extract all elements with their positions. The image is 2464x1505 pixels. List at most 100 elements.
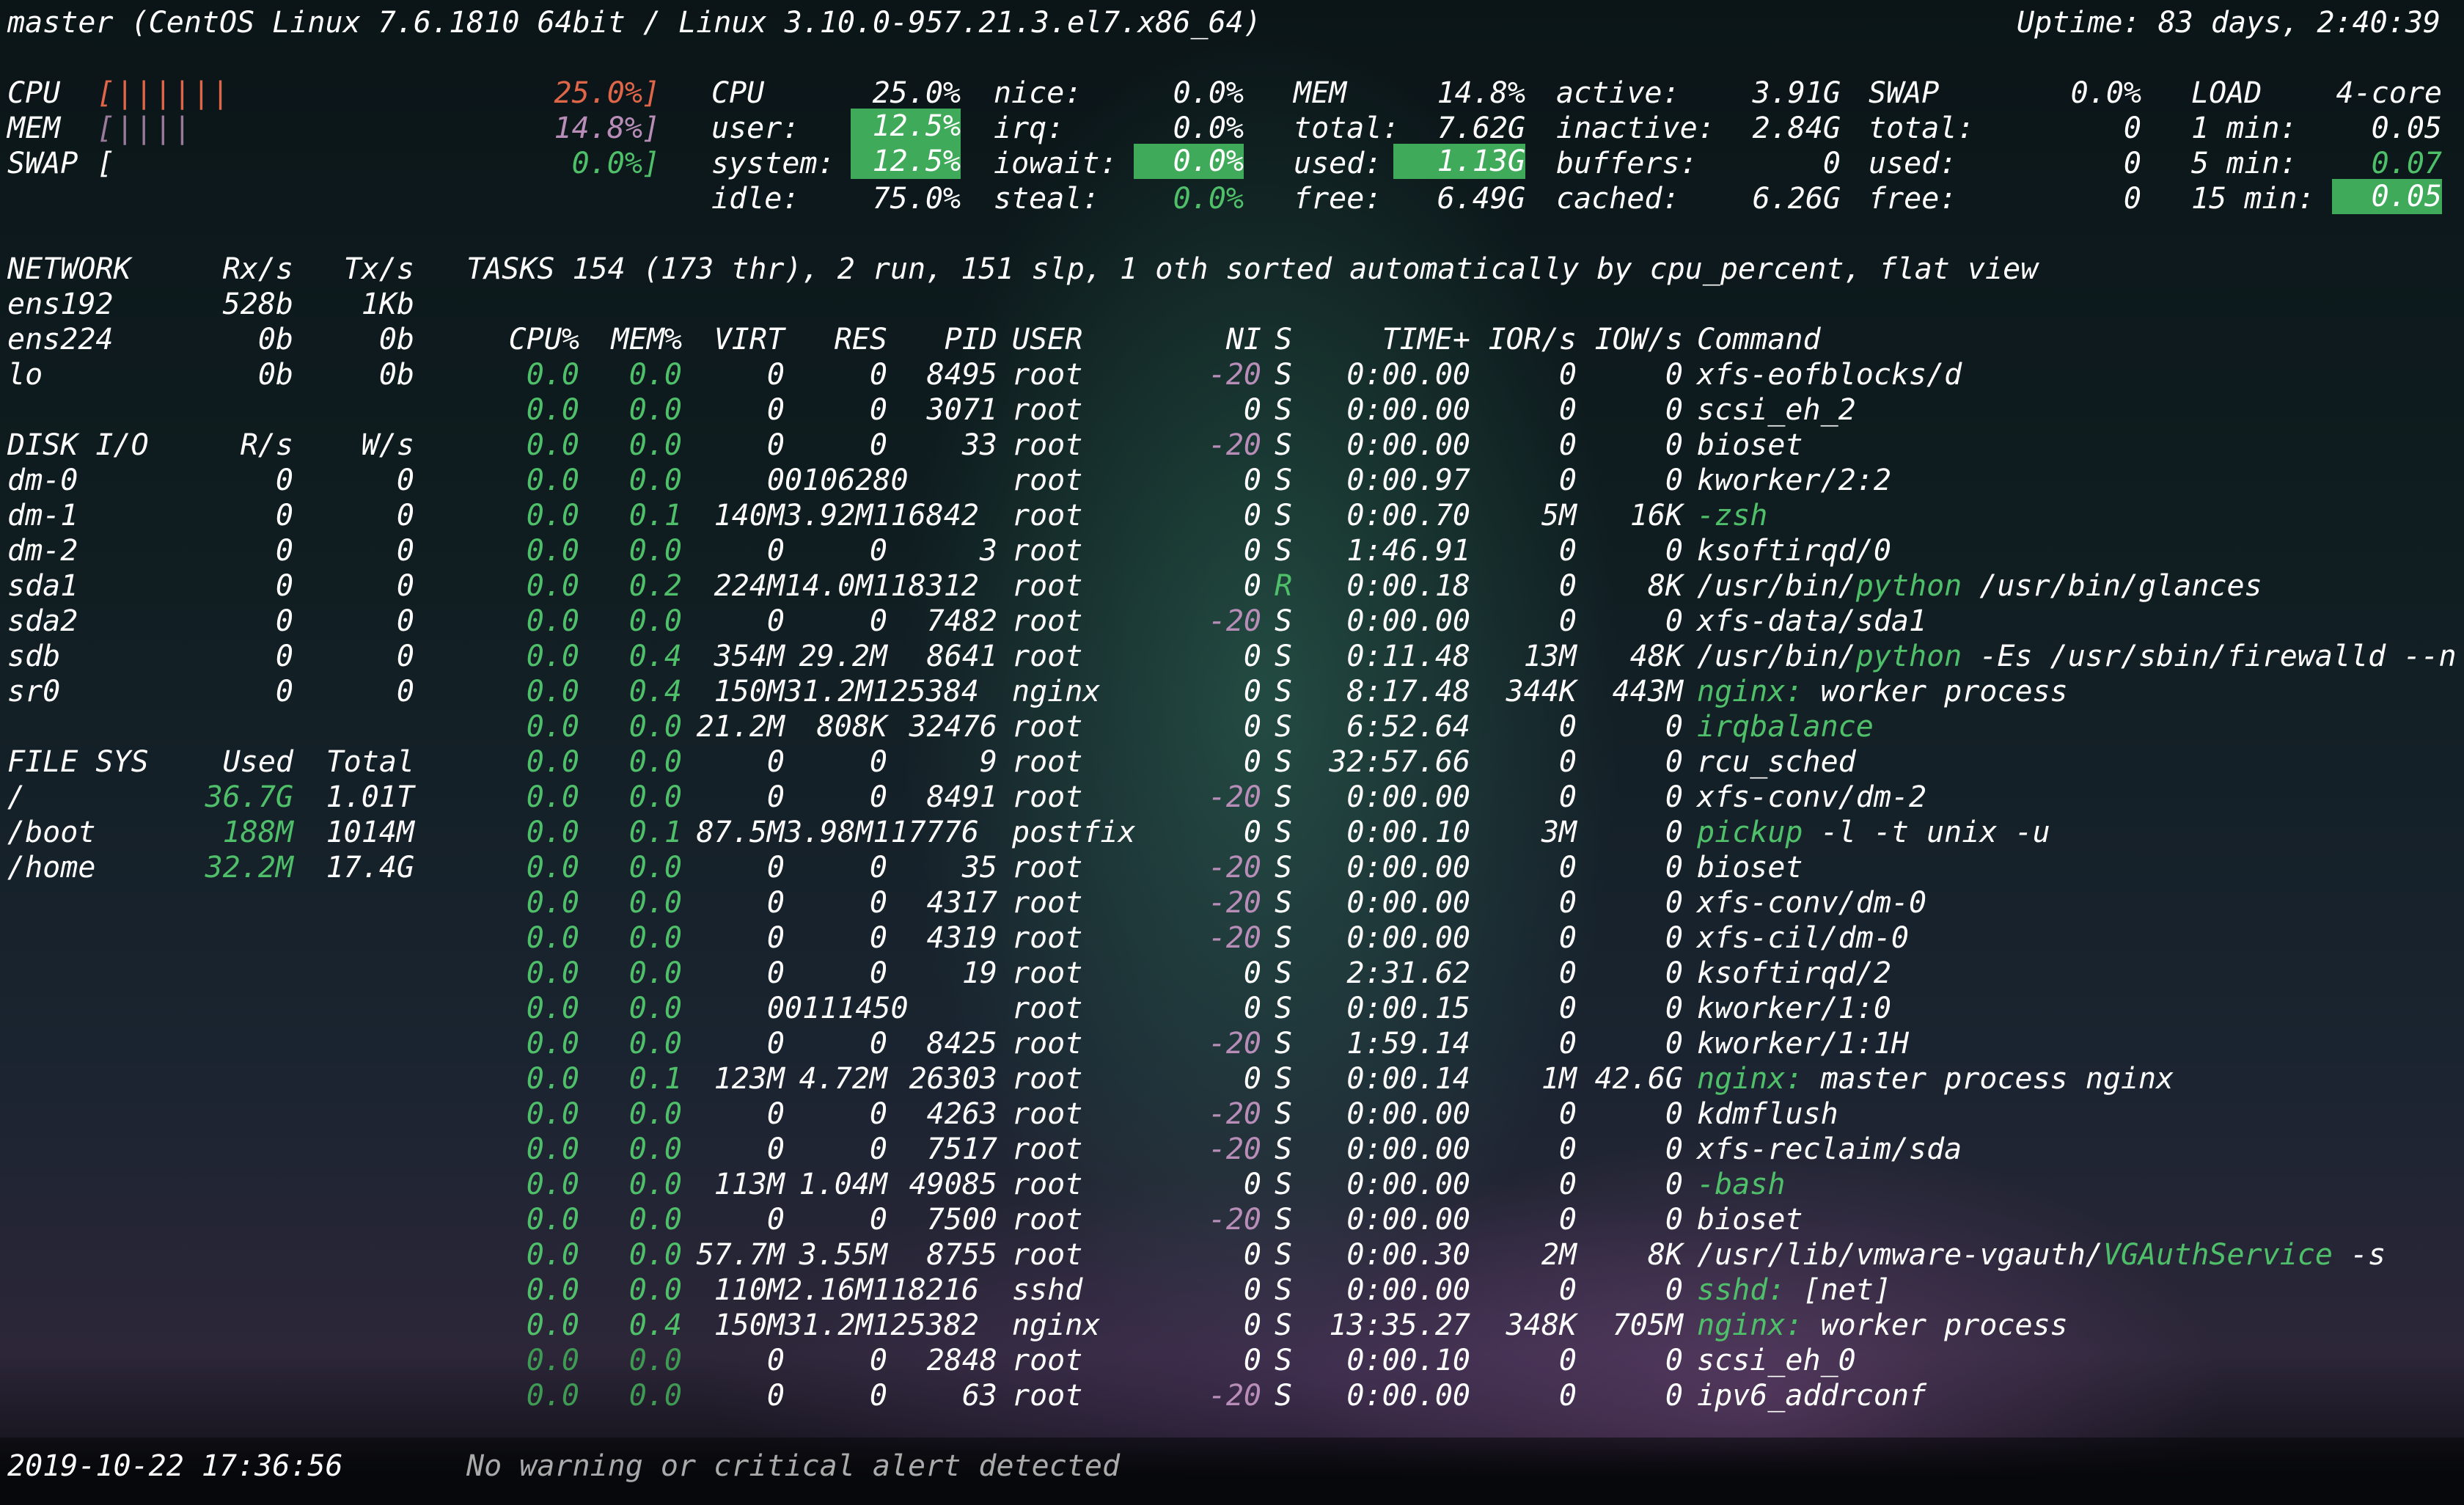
command-args: rcu_sched bbox=[1697, 745, 1856, 779]
footer-datetime: 2019-10-22 17:36:56 bbox=[7, 1449, 343, 1483]
cell-command: bioset bbox=[1697, 851, 1803, 885]
cell-iow: 0 bbox=[1665, 956, 1683, 990]
ql-cpu-label: CPU bbox=[7, 76, 61, 110]
load-1min-label: 1 min: bbox=[2191, 111, 2298, 145]
col-header-user[interactable]: USER bbox=[1012, 323, 1082, 356]
cell-cpu: 0.0 bbox=[526, 1344, 579, 1377]
col-header-iow[interactable]: IOW/s bbox=[1577, 323, 1683, 356]
cell-time: 0:00.00 bbox=[1346, 921, 1470, 955]
mem-used-value: 1.13G bbox=[1393, 144, 1525, 179]
col-header-pid[interactable]: PID bbox=[887, 323, 997, 356]
cell-iow: 0 bbox=[1665, 745, 1683, 779]
col-header-status[interactable]: S bbox=[1275, 323, 1292, 356]
command-args: -s bbox=[2332, 1238, 2386, 1272]
cell-ior: 13M bbox=[1523, 640, 1577, 673]
cell-status: S bbox=[1275, 1273, 1293, 1307]
col-header-ni[interactable]: NI bbox=[1188, 323, 1261, 356]
cpu-irq-value: 0.0% bbox=[1173, 111, 1244, 145]
cell-iow: 0 bbox=[1665, 428, 1683, 462]
col-header-cpu[interactable]: CPU% bbox=[469, 323, 579, 356]
cell-virt: 0 bbox=[766, 1203, 785, 1237]
cell-virt: 0 bbox=[766, 464, 785, 497]
cell-mem: 0.0 bbox=[628, 710, 682, 744]
cell-mem: 0.1 bbox=[628, 1062, 682, 1096]
col-header-res[interactable]: RES bbox=[785, 323, 887, 356]
disk-name: dm-2 bbox=[7, 534, 78, 568]
uptime: Uptime: 83 days, 2:40:39 bbox=[2017, 6, 2441, 40]
cell-iow: 0 bbox=[1665, 464, 1683, 497]
cell-command: kworker/1:1H bbox=[1697, 1027, 1909, 1061]
cell-iow: 0 bbox=[1665, 816, 1683, 849]
cell-mem: 0.0 bbox=[628, 921, 682, 955]
footer-alert-status: No warning or critical alert detected bbox=[466, 1449, 1121, 1483]
cell-pid: 4319 bbox=[926, 921, 997, 955]
cell-nice: 0 bbox=[1243, 710, 1261, 744]
cell-time: 0:00.70 bbox=[1346, 499, 1470, 532]
cell-status: S bbox=[1275, 921, 1293, 955]
command-args: xfs-cil/dm-0 bbox=[1697, 921, 1909, 955]
cell-nice: 0 bbox=[1243, 992, 1261, 1025]
cell-ior: 1M bbox=[1541, 1062, 1577, 1096]
cell-iow: 42.6G bbox=[1594, 1062, 1683, 1096]
cell-status: S bbox=[1275, 499, 1293, 532]
cell-res: 3.98M117776 bbox=[785, 816, 979, 849]
cell-pid: 4317 bbox=[926, 886, 997, 920]
disk-w-value: 0 bbox=[396, 569, 414, 603]
command-program: python bbox=[1855, 640, 1962, 673]
cell-status: S bbox=[1275, 464, 1293, 497]
command-args: -Es /usr/sbin/firewalld --n bbox=[1962, 640, 2457, 673]
cell-mem: 0.0 bbox=[628, 604, 682, 638]
cell-mem: 0.4 bbox=[628, 1308, 682, 1342]
cpu-steal-label: steal: bbox=[994, 182, 1100, 216]
cell-time: 0:00.00 bbox=[1346, 428, 1470, 462]
cell-iow: 0 bbox=[1665, 851, 1683, 885]
mem-inactive-label: inactive: bbox=[1556, 111, 1715, 145]
system-header: master (CentOS Linux 7.6.1810 64bit / Li… bbox=[7, 6, 1261, 40]
cell-virt: 110M bbox=[714, 1273, 785, 1307]
cell-user: root bbox=[1012, 956, 1083, 990]
cell-ior: 0 bbox=[1558, 921, 1577, 955]
disk-w-value: 0 bbox=[396, 499, 414, 532]
col-header-time[interactable]: TIME+ bbox=[1313, 323, 1470, 356]
cell-res: 808K bbox=[816, 710, 887, 744]
swap-percent: 0.0% bbox=[2070, 76, 2141, 110]
cpu-system-label: system: bbox=[711, 147, 835, 180]
cell-nice: -20 bbox=[1208, 358, 1261, 392]
ql-mem-percent: 14.8%] bbox=[554, 111, 661, 145]
cell-mem: 0.0 bbox=[628, 1379, 682, 1413]
network-tx-value: 0b bbox=[378, 358, 414, 392]
cell-time: 0:00.00 bbox=[1346, 1097, 1470, 1131]
cell-status: S bbox=[1275, 640, 1293, 673]
col-header-command[interactable]: Command bbox=[1697, 323, 1821, 356]
cell-pid: 19 bbox=[961, 956, 997, 990]
cell-pid: 9 bbox=[979, 745, 997, 779]
cell-command: /usr/bin/python /usr/bin/glances bbox=[1697, 569, 2262, 603]
cell-user: sshd bbox=[1012, 1273, 1083, 1307]
cell-res: 3.55M bbox=[799, 1238, 887, 1272]
col-header-virt[interactable]: VIRT bbox=[682, 323, 785, 356]
col-header-ior[interactable]: IOR/s bbox=[1470, 323, 1577, 356]
cell-time: 0:00.00 bbox=[1346, 780, 1470, 814]
col-header-mem[interactable]: MEM% bbox=[579, 323, 682, 356]
cell-iow: 48K bbox=[1629, 640, 1683, 673]
cell-command: rcu_sched bbox=[1697, 745, 1856, 779]
os-info: (CentOS Linux 7.6.1810 64bit / Linux 3.1… bbox=[131, 6, 1261, 40]
cell-res: 0 bbox=[869, 745, 887, 779]
network-rx-header: Rx/s bbox=[222, 252, 293, 286]
network-rx-value: 0b bbox=[257, 358, 293, 392]
cell-ior: 0 bbox=[1558, 710, 1577, 744]
cell-command: xfs-eofblocks/d bbox=[1697, 358, 1962, 392]
cell-user: root bbox=[1012, 886, 1083, 920]
cell-mem: 0.2 bbox=[628, 569, 682, 603]
cell-command: -zsh bbox=[1697, 499, 1767, 532]
disk-name: dm-0 bbox=[7, 464, 78, 497]
cell-mem: 0.0 bbox=[628, 851, 682, 885]
cell-user: root bbox=[1012, 745, 1083, 779]
cell-nice: -20 bbox=[1208, 604, 1261, 638]
cell-user: root bbox=[1012, 1062, 1083, 1096]
cell-iow: 705M bbox=[1612, 1308, 1683, 1342]
cell-time: 0:00.14 bbox=[1346, 1062, 1470, 1096]
mem-buffers-value: 0 bbox=[1822, 147, 1841, 180]
cell-nice: 0 bbox=[1243, 1062, 1261, 1096]
cell-user: root bbox=[1012, 1027, 1083, 1061]
